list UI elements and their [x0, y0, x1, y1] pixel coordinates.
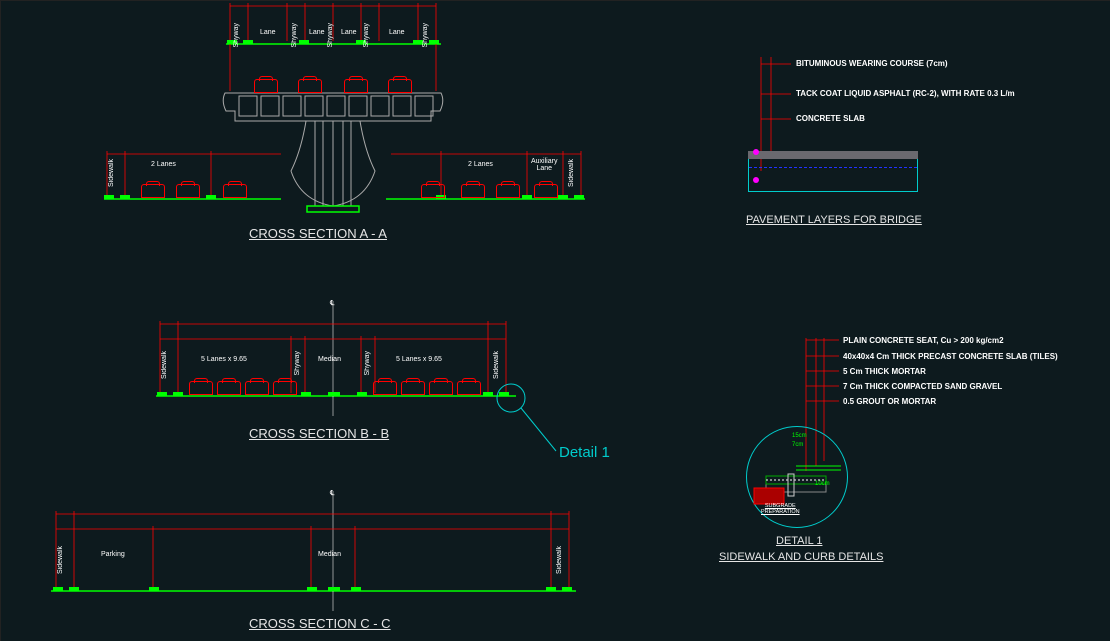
lane-label: Lane	[341, 29, 357, 36]
sidewalk-label: Sidewalk	[493, 351, 500, 379]
pavement-diagram	[748, 151, 918, 201]
car-icon	[344, 79, 368, 93]
lane-label: Lane	[309, 29, 325, 36]
centerline-symbol: ℄	[330, 299, 335, 307]
section-a-title: CROSS SECTION A - A	[249, 226, 387, 241]
ground-edge	[206, 195, 216, 199]
edge	[357, 392, 367, 396]
car-icon	[141, 184, 165, 198]
sidewalk-label: Sidewalk	[108, 159, 115, 187]
car-icon	[496, 184, 520, 198]
car-icon	[217, 381, 241, 395]
car-icon	[298, 79, 322, 93]
car-icon	[421, 184, 445, 198]
edge	[351, 587, 361, 591]
lanes-right: 5 Lanes x 9.65	[396, 356, 442, 363]
edge	[499, 392, 509, 396]
shyway-label: Shyway	[327, 23, 334, 48]
median	[328, 392, 340, 396]
shyway-label: Shyway	[363, 23, 370, 48]
median	[328, 587, 340, 591]
lanes-label: 2 Lanes	[151, 161, 176, 168]
edge	[53, 587, 63, 591]
edge	[307, 587, 317, 591]
sidewalk-label: Sidewalk	[556, 546, 563, 574]
centerline-symbol: ℄	[330, 489, 335, 497]
car-icon	[401, 381, 425, 395]
pavement-title: PAVEMENT LAYERS FOR BRIDGE	[746, 214, 922, 226]
car-icon	[254, 79, 278, 93]
car-icon	[373, 381, 397, 395]
car-icon	[388, 79, 412, 93]
shyway-label: Shyway	[364, 351, 371, 376]
detail-1-title: DETAIL 1	[776, 535, 822, 547]
car-icon	[245, 381, 269, 395]
detail-note-2: 40x40x4 Cm THICK PRECAST CONCRETE SLAB (…	[843, 352, 1058, 361]
deck-edge	[299, 40, 309, 44]
cad-canvas[interactable]: Lane Lane Lane Lane Shyway Shyway Shyway…	[0, 0, 1110, 641]
edge	[149, 587, 159, 591]
pavement-note-1: BITUMINOUS WEARING COURSE (7cm)	[796, 59, 948, 68]
ground-edge	[104, 195, 114, 199]
car-icon	[457, 381, 481, 395]
lane-label: Lane	[260, 29, 276, 36]
car-icon	[189, 381, 213, 395]
detail-note-5: 0.5 GROUT OR MORTAR	[843, 397, 936, 406]
lanes-left: 5 Lanes x 9.65	[201, 356, 247, 363]
edge	[157, 392, 167, 396]
aux-lane-label: Auxiliary Lane	[531, 158, 557, 172]
pavement-note-3: CONCRETE SLAB	[796, 114, 865, 123]
detail-note-4: 7 Cm THICK COMPACTED SAND GRAVEL	[843, 382, 1002, 391]
ground-edge	[522, 195, 532, 199]
median-label: Median	[318, 551, 341, 558]
shyway-label: Shyway	[422, 23, 429, 48]
ground-edge	[120, 195, 130, 199]
lane-label: Lane	[389, 29, 405, 36]
ground-edge	[574, 195, 584, 199]
edge	[483, 392, 493, 396]
subgrade-label: SUBGRADE PREPARATION	[761, 503, 800, 515]
edge	[173, 392, 183, 396]
car-icon	[429, 381, 453, 395]
car-icon	[534, 184, 558, 198]
car-icon	[273, 381, 297, 395]
car-icon	[223, 184, 247, 198]
deck-edge	[429, 40, 439, 44]
edge	[69, 587, 79, 591]
sidewalk-label: Sidewalk	[57, 546, 64, 574]
parking-label: Parking	[101, 551, 125, 558]
detail-note-1: PLAIN CONCRETE SEAT, Cu > 200 kg/cm2	[843, 336, 1004, 345]
median-label: Median	[318, 356, 341, 363]
dim-c: 10cm	[815, 481, 830, 487]
edge	[546, 587, 556, 591]
edge	[301, 392, 311, 396]
detail-callout: Detail 1	[559, 444, 610, 461]
dim-b: 7cm	[792, 442, 803, 448]
deck-edge	[243, 40, 253, 44]
dim-a: 15cm	[792, 433, 807, 439]
shyway-label: Shyway	[291, 23, 298, 48]
edge	[562, 587, 572, 591]
ground-edge	[558, 195, 568, 199]
pavement-note-2: TACK COAT LIQUID ASPHALT (RC-2), WITH RA…	[796, 89, 1015, 98]
detail-note-3: 5 Cm THICK MORTAR	[843, 367, 926, 376]
sidewalk-label: Sidewalk	[568, 159, 575, 187]
section-c-title: CROSS SECTION C - C	[249, 616, 391, 631]
lanes-label: 2 Lanes	[468, 161, 493, 168]
section-b-title: CROSS SECTION B - B	[249, 426, 389, 441]
leader-dot	[753, 177, 759, 183]
detail-1-subtitle: SIDEWALK AND CURB DETAILS	[719, 551, 883, 563]
leader-dot	[753, 149, 759, 155]
sidewalk-label: Sidewalk	[161, 351, 168, 379]
shyway-label: Shyway	[233, 23, 240, 48]
car-icon	[461, 184, 485, 198]
shyway-label: Shyway	[294, 351, 301, 376]
car-icon	[176, 184, 200, 198]
